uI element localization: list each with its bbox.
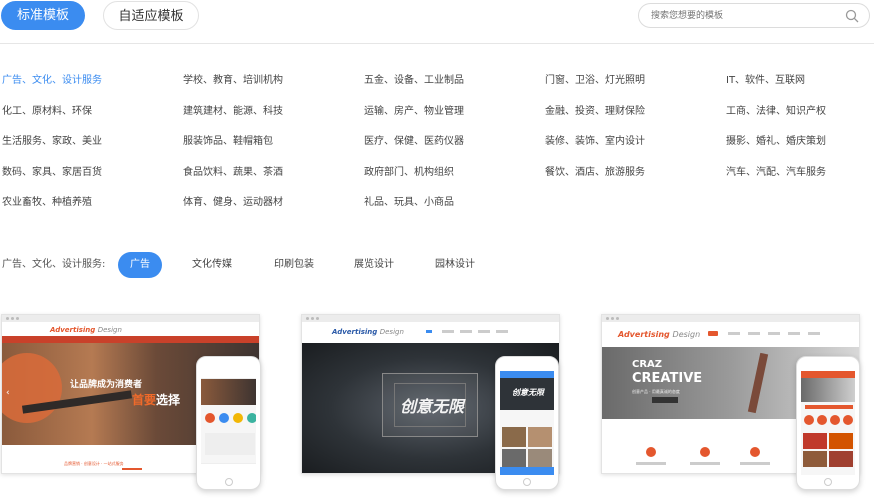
chevron-left-icon[interactable]: ‹ xyxy=(6,388,10,398)
category-item[interactable]: 装修、装饰、室内设计 xyxy=(545,133,645,151)
subcategory-item[interactable]: 印刷包装 xyxy=(266,252,322,278)
category-item[interactable]: 医疗、保健、医药仪器 xyxy=(364,133,464,151)
subcategory-item[interactable]: 园林设计 xyxy=(427,252,483,278)
category-item[interactable]: 生活服务、家政、美业 xyxy=(2,133,102,151)
hero-crazy: CRAZ xyxy=(632,359,663,370)
search-input[interactable] xyxy=(651,8,841,24)
category-item[interactable]: 食品饮料、蔬果、茶酒 xyxy=(183,164,283,182)
category-item[interactable]: 建筑建材、能源、科技 xyxy=(183,103,283,121)
hero-subtitle: 创意产品 · 用最真诚的态度 xyxy=(632,389,680,394)
category-item[interactable]: 学校、教育、培训机构 xyxy=(183,72,283,90)
template-card[interactable]: Advertising Design 创意无限 创意无限 xyxy=(301,314,563,499)
subcategory-label: 广告、文化、设计服务: xyxy=(2,259,106,270)
category-item[interactable]: 五金、设备、工业制品 xyxy=(364,72,464,90)
subcategory-item[interactable]: 文化传媒 xyxy=(184,252,240,278)
category-item[interactable]: 运输、房产、物业管理 xyxy=(364,103,464,121)
tab-adaptive-templates[interactable]: 自适应模板 xyxy=(103,1,199,30)
category-item[interactable]: 餐饮、酒店、旅游服务 xyxy=(545,164,645,182)
template-preview-mobile xyxy=(796,356,860,490)
category-item[interactable]: 广告、文化、设计服务 xyxy=(2,72,102,90)
hero-highlight: 首要 xyxy=(132,393,157,407)
category-item[interactable]: 摄影、婚礼、婚庆策划 xyxy=(726,133,826,151)
category-item[interactable]: 体育、健身、运动器材 xyxy=(183,194,283,212)
template-logo: Advertising Design xyxy=(618,330,701,339)
nav-bar xyxy=(2,336,259,343)
subcategory-item[interactable]: 展览设计 xyxy=(346,252,402,278)
hero-creative: CREATIVE xyxy=(632,371,703,386)
hero-title: 创意无限 xyxy=(400,397,465,416)
template-preview-mobile: 创意无限 xyxy=(495,356,559,490)
category-item[interactable]: 数码、家具、家居百货 xyxy=(2,164,102,182)
phone-hero-title: 创意无限 xyxy=(512,388,544,397)
subcategory-item[interactable]: 广告 xyxy=(118,252,162,278)
category-item[interactable]: 工商、法律、知识产权 xyxy=(726,103,826,121)
top-bar: 标准模板 自适应模板 xyxy=(0,0,874,44)
footer-text: 品牌营销 · 创意设计 · 一站式服务 xyxy=(64,461,124,466)
template-preview-mobile xyxy=(196,356,261,490)
template-logo: Advertising Design xyxy=(332,328,404,336)
hero-line-2: 选择 xyxy=(156,393,181,407)
category-item[interactable]: 礼品、玩具、小商品 xyxy=(364,194,454,212)
category-item[interactable]: IT、软件、互联网 xyxy=(726,72,805,90)
category-item[interactable]: 化工、原材料、环保 xyxy=(2,103,92,121)
category-item[interactable]: 门窗、卫浴、灯光照明 xyxy=(545,72,645,90)
template-card[interactable]: Advertising Design CRAZ CREATIVE 创意产品 · … xyxy=(601,314,863,499)
template-card[interactable]: Advertising Design 让品牌成为消费者 首要选择 ‹ 品牌营销 … xyxy=(1,314,263,499)
template-logo: Advertising Design xyxy=(50,326,122,334)
category-item[interactable]: 农业畜牧、种植养殖 xyxy=(2,194,92,212)
category-item[interactable]: 金融、投资、理财保险 xyxy=(545,103,645,121)
search-icon[interactable] xyxy=(845,9,859,23)
category-item[interactable]: 政府部门、机构组织 xyxy=(364,164,454,182)
category-item[interactable]: 汽车、汽配、汽车服务 xyxy=(726,164,826,182)
category-item[interactable]: 服装饰品、鞋帽箱包 xyxy=(183,133,273,151)
tab-standard-templates[interactable]: 标准模板 xyxy=(1,1,85,30)
hero-line-1: 让品牌成为消费者 xyxy=(70,380,143,390)
search-box[interactable] xyxy=(638,3,870,28)
